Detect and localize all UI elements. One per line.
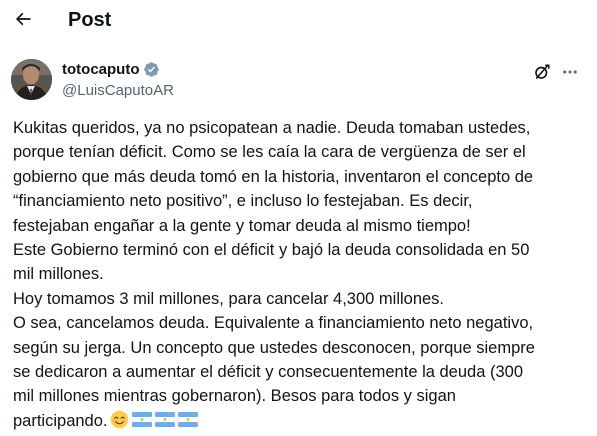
arrow-left-icon: [15, 12, 31, 26]
author-name-row: totocaputo: [62, 60, 160, 79]
post-last-line: participando.: [13, 409, 593, 433]
profile-photo: [11, 59, 52, 100]
argentina-flag-emoji: [178, 411, 199, 427]
post-line: según su jerga. Un concepto que ustedes …: [13, 338, 535, 357]
back-button[interactable]: [8, 4, 38, 34]
avatar[interactable]: [11, 59, 52, 100]
post-line: O sea, cancelamos deuda. Equivalente a f…: [13, 314, 534, 333]
more-options-icon: [563, 70, 577, 74]
grok-button[interactable]: [530, 60, 554, 84]
page-title: Post: [68, 9, 112, 31]
post-line: porque tenían déficit. Como se les caía …: [13, 143, 526, 162]
argentina-flag-emoji: [155, 411, 176, 427]
more-options-button[interactable]: [558, 60, 582, 84]
top-header: Post: [0, 0, 597, 42]
emoji-group: [110, 410, 199, 429]
post-line-text: participando.: [13, 411, 108, 430]
post-line: gobierno que más deuda tomó en la histor…: [13, 167, 534, 186]
author-name[interactable]: totocaputo: [62, 60, 139, 79]
post-line: mil millones mientras gobernaron). Besos…: [13, 387, 456, 406]
post-line: Hoy tomamos 3 mil millones, para cancela…: [13, 289, 445, 308]
post-line: festejaban engañar a la gente y tomar de…: [13, 216, 471, 235]
author-handle[interactable]: @LuisCaputoAR: [62, 81, 174, 100]
post-text: Kukitas queridos, ya no psicopatean a na…: [13, 116, 593, 433]
post-line: se dedicaron a aumentar el déficit y con…: [13, 362, 523, 381]
post-line: Kukitas queridos, ya no psicopatean a na…: [13, 119, 531, 137]
verified-badge-icon[interactable]: [143, 61, 160, 78]
post-line: mil millones.: [13, 265, 104, 284]
argentina-flag-emoji: [132, 411, 153, 427]
post-line: “financiamiento neto positivo”, e inclus…: [13, 192, 473, 211]
smiling-face-emoji: [111, 410, 129, 429]
post-line: Este Gobierno terminó con el déficit y b…: [13, 240, 530, 259]
grok-icon: [535, 64, 550, 79]
